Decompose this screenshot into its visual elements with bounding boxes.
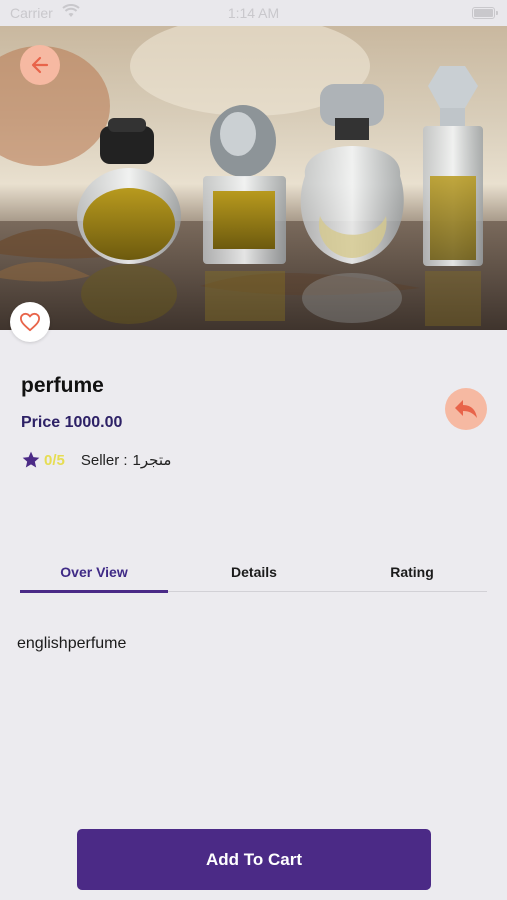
back-button[interactable]	[20, 45, 60, 85]
seller-label: Seller :	[80, 451, 128, 469]
rating-row: 0/5 Seller : متجر1	[21, 449, 171, 471]
star-icon	[22, 451, 40, 468]
tab-overview[interactable]: Over View	[20, 560, 168, 592]
status-bar: Carrier 1:14 AM	[0, 0, 507, 26]
product-image	[0, 26, 507, 330]
reply-arrow-icon	[455, 400, 477, 418]
battery-icon	[472, 7, 498, 19]
arrow-left-icon	[31, 56, 49, 74]
add-to-cart-button[interactable]: Add To Cart	[77, 829, 431, 890]
heart-outline-icon	[19, 312, 40, 332]
overview-description: englishperfume	[17, 635, 127, 652]
product-title: perfume	[21, 374, 104, 397]
product-price: Price 1000.00	[21, 414, 123, 431]
tab-bar: Over View Details Rating	[20, 560, 487, 593]
favorite-button[interactable]	[10, 302, 50, 342]
share-button[interactable]	[445, 388, 487, 430]
status-time: 1:14 AM	[227, 5, 280, 21]
tab-rating[interactable]: Rating	[338, 560, 486, 592]
active-tab-indicator	[20, 590, 168, 593]
tab-details[interactable]: Details	[180, 560, 328, 592]
rating-value: 0/5	[44, 451, 65, 469]
seller-name[interactable]: متجر1	[133, 451, 172, 469]
